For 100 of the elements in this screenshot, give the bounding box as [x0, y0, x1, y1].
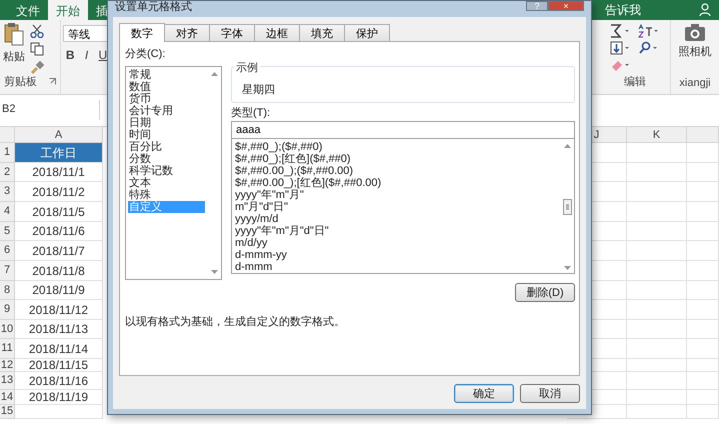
list-item[interactable]: 分数	[128, 153, 205, 165]
sample-value: 星期四	[242, 84, 275, 96]
type-field[interactable]: aaaa	[231, 121, 575, 139]
window-title: 设置单元格格式	[115, 1, 192, 13]
scroll-down-icon[interactable]	[210, 270, 218, 274]
row-number[interactable]: 6	[0, 241, 15, 261]
table-cell	[627, 372, 687, 390]
cancel-button[interactable]: 取消	[520, 384, 580, 403]
delete-button[interactable]: 删除(D)	[515, 283, 575, 302]
column-header[interactable]: K	[627, 127, 687, 143]
group-label: xiangji	[679, 77, 711, 89]
dialog-tab[interactable]: 填充	[299, 24, 345, 41]
table-cell	[687, 222, 719, 241]
list-item[interactable]: d-mmm-yy	[234, 249, 558, 261]
dialog-launcher-icon[interactable]	[49, 78, 56, 85]
scroll-up-icon[interactable]	[564, 144, 570, 148]
table-cell	[627, 222, 687, 241]
table-cell	[627, 261, 687, 281]
dialog-tab[interactable]: 保护	[344, 24, 390, 41]
table-cell	[687, 320, 719, 339]
close-button[interactable]: ×	[548, 1, 584, 11]
copy-icon[interactable]	[30, 42, 44, 56]
list-item[interactable]: $#,##0.00_);[红色]($#,##0.00)	[234, 177, 558, 189]
scroll-thumb-icon[interactable]	[562, 199, 572, 215]
format-list[interactable]: $#,##0_);($#,##0) $#,##0_);[红色]($#,##0) $#,##0.00_);($#,##0.00) $#,##0.00_);[红色]($#,##0.00) yyyy"年"m"月" m"月"d"日" yyyy/m/d yyyy"年"m"月"d"日" m/d/yy d-mmm-yy d-mmm	[231, 139, 575, 274]
list-item[interactable]: 文本	[128, 177, 205, 189]
row-number[interactable]: 7	[0, 261, 15, 281]
table-cell	[627, 359, 687, 372]
sort-icon[interactable]	[638, 24, 660, 38]
scroll-up-icon[interactable]	[210, 72, 218, 76]
list-item[interactable]: d-mmm	[234, 261, 558, 273]
dialog-tab[interactable]: 数字	[119, 23, 165, 42]
group-label: 编辑	[624, 75, 646, 89]
font-name-field[interactable]: 等线	[63, 25, 108, 42]
row-number[interactable]: 1	[0, 143, 15, 163]
list-item[interactable]: 百分比	[128, 141, 205, 153]
row-number[interactable]: 12	[0, 359, 15, 372]
italic-button[interactable]: I	[79, 48, 94, 62]
row-number[interactable]: 15	[0, 405, 15, 419]
list-item[interactable]: 会计专用	[128, 105, 205, 117]
list-item[interactable]: 科学记数	[128, 165, 205, 177]
list-item[interactable]: m/d/yy	[234, 237, 558, 249]
table-cell	[627, 143, 687, 163]
search-icon[interactable]	[638, 41, 660, 55]
list-item[interactable]: 常规	[128, 69, 205, 81]
table-cell	[687, 143, 719, 163]
ribbon-tab[interactable]: 开始	[48, 0, 88, 20]
ribbon-tab[interactable]: 文件	[8, 0, 48, 20]
row-number[interactable]: 11	[0, 339, 15, 359]
list-item[interactable]: 日期	[128, 117, 205, 129]
list-item[interactable]: yyyy"年"m"月"d"日"	[234, 225, 558, 237]
sum-icon[interactable]	[610, 24, 632, 38]
list-item[interactable]: 特殊	[128, 189, 205, 201]
tell-me-search[interactable]: 告诉我	[605, 2, 641, 18]
header-cell: 工作日	[15, 143, 103, 163]
table-cell	[627, 163, 687, 182]
column-header[interactable]: A	[15, 127, 103, 143]
row-number[interactable]: 8	[0, 281, 15, 300]
scissors-icon[interactable]	[30, 24, 44, 38]
list-item[interactable]: 货币	[128, 93, 205, 105]
category-list[interactable]: 常规 数值 货币 会计专用 日期 时间 百分比 分数 科学记数 文本 特殊 自定义	[125, 66, 222, 280]
row-number[interactable]: 10	[0, 320, 15, 339]
row-number[interactable]: 9	[0, 300, 15, 320]
table-cell	[687, 163, 719, 182]
dialog-tab[interactable]: 边框	[254, 24, 300, 41]
camera-button[interactable]: 照相机	[678, 20, 712, 59]
table-cell	[687, 359, 719, 372]
table-cell	[687, 202, 719, 222]
table-cell	[627, 241, 687, 261]
row-number[interactable]: 13	[0, 372, 15, 390]
list-item[interactable]: $#,##0_);[红色]($#,##0)	[234, 153, 558, 165]
table-cell	[627, 300, 687, 320]
list-item[interactable]: yyyy/m/d	[234, 213, 558, 225]
list-item[interactable]: 数值	[128, 81, 205, 93]
row-number[interactable]: 4	[0, 202, 15, 222]
dialog-tab[interactable]: 对齐	[164, 24, 210, 41]
dialog-tab[interactable]: 字体	[209, 24, 255, 41]
table-cell	[627, 182, 687, 202]
ok-button[interactable]: 确定	[454, 384, 514, 403]
underline-button[interactable]: U	[96, 48, 110, 62]
fill-down-icon[interactable]	[610, 41, 632, 55]
list-item[interactable]: $#,##0_);($#,##0)	[234, 141, 558, 153]
list-item[interactable]: $#,##0.00_);($#,##0.00)	[234, 165, 558, 177]
table-cell	[627, 320, 687, 339]
bold-button[interactable]: B	[63, 48, 78, 62]
table-cell	[627, 281, 687, 300]
brush-icon[interactable]	[30, 60, 44, 74]
list-item[interactable]: yyyy"年"m"月"	[234, 189, 558, 201]
category-label: 分类(C):	[125, 47, 166, 61]
group-label: 剪贴板	[4, 74, 37, 89]
list-item[interactable]: 时间	[128, 129, 205, 141]
row-number[interactable]: 5	[0, 222, 15, 241]
row-number[interactable]: 14	[0, 390, 15, 405]
row-number[interactable]: 3	[0, 182, 15, 202]
list-item[interactable]: m"月"d"日"	[234, 201, 558, 213]
row-number[interactable]: 2	[0, 163, 15, 182]
name-box[interactable]: B2	[0, 100, 100, 120]
person-icon[interactable]	[699, 3, 713, 17]
scroll-down-icon[interactable]	[564, 266, 570, 270]
paste-button[interactable]: 粘贴	[2, 22, 26, 64]
